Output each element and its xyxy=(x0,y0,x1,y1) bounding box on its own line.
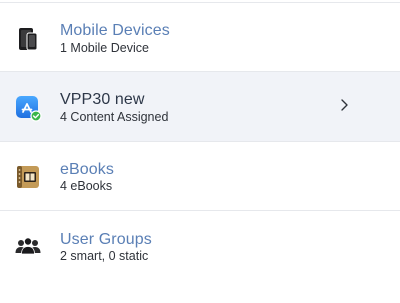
item-title: eBooks xyxy=(60,161,114,178)
item-subtitle: 1 Mobile Device xyxy=(60,41,149,55)
item-subtitle: 2 smart, 0 static xyxy=(60,249,149,263)
item-title: VPP30 new xyxy=(60,91,145,108)
item-title: User Groups xyxy=(60,231,152,248)
user-groups-icon xyxy=(14,232,42,260)
list-item-ebooks[interactable]: eBooks 4 eBooks xyxy=(0,142,400,211)
app-store-icon xyxy=(14,94,42,122)
list-item-user-groups[interactable]: User Groups 2 smart, 0 static xyxy=(0,212,400,303)
list-item-mobile-devices[interactable]: Mobile Devices 1 Mobile Device xyxy=(0,3,400,72)
inventory-list: Mobile Devices 1 Mobile Device VPP30 new… xyxy=(0,0,400,303)
item-subtitle: 4 Content Assigned xyxy=(60,110,169,124)
chevron-right-icon[interactable] xyxy=(338,98,350,112)
list-item-vpp30-new[interactable]: VPP30 new 4 Content Assigned xyxy=(0,72,400,142)
item-subtitle: 4 eBooks xyxy=(60,179,113,193)
mobile-devices-icon xyxy=(14,25,42,53)
item-title: Mobile Devices xyxy=(60,22,170,39)
ebooks-icon xyxy=(14,163,42,191)
